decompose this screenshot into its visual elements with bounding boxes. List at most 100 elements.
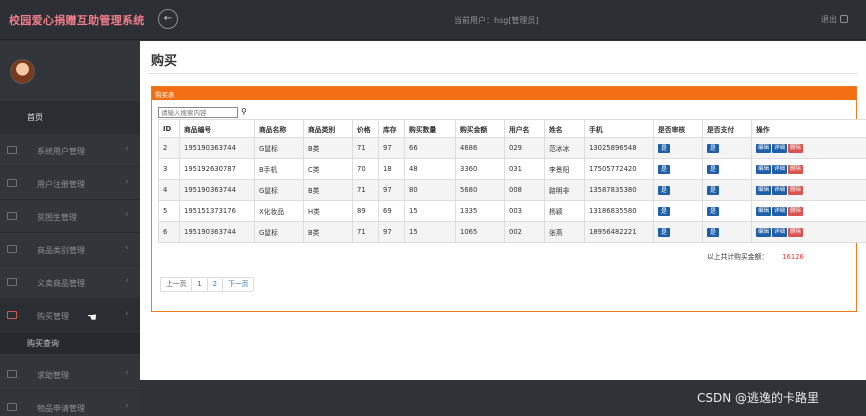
- column-header[interactable]: 商品类别: [303, 119, 353, 138]
- purchase-table: ID 商品编号 商品名称 商品类别 价格 库存 购买数量 购买金额 用户名 姓名…: [158, 119, 866, 243]
- sidebar-item-label: 首页: [27, 113, 43, 122]
- cell-actions: 编辑 详细 删除: [751, 137, 866, 159]
- paid-badge[interactable]: 是: [707, 227, 720, 237]
- audit-badge[interactable]: 是: [658, 143, 671, 153]
- cell-realname: 范冰冰: [544, 137, 585, 159]
- cell-stock: 97: [378, 221, 405, 243]
- cell-code: 195190363744: [179, 179, 255, 201]
- chart-icon: [7, 212, 17, 220]
- search-icon[interactable]: ⚲: [241, 107, 247, 117]
- table-row: 4 195190363744 G鼠标 B类 71 97 80 5680 008 …: [158, 179, 866, 201]
- column-header[interactable]: 姓名: [544, 119, 585, 138]
- cell-username: 031: [504, 158, 545, 180]
- audit-badge[interactable]: 是: [658, 164, 671, 174]
- paid-badge[interactable]: 是: [707, 206, 720, 216]
- column-header[interactable]: 是否支付: [702, 119, 752, 138]
- sidebar-item-label: 求助管理: [37, 371, 69, 380]
- edit-button[interactable]: 编辑: [756, 186, 772, 195]
- sidebar-item-categories[interactable]: 商品类别管理 ‹: [0, 232, 140, 265]
- cell-name: G鼠标: [254, 221, 304, 243]
- detail-button[interactable]: 详细: [772, 186, 788, 195]
- cell-amount: 5680: [455, 179, 505, 201]
- cell-amount: 3360: [455, 158, 505, 180]
- cell-paid: 是: [702, 200, 752, 222]
- back-arrow-icon[interactable]: ←: [158, 9, 178, 29]
- sidebar-subitem-purchase-query[interactable]: 购买查询: [0, 332, 140, 354]
- prev-page-button[interactable]: 上一页: [161, 278, 193, 291]
- column-header[interactable]: 手机: [584, 119, 654, 138]
- delete-button[interactable]: 删除: [788, 186, 804, 195]
- grid-icon: [7, 146, 17, 154]
- delete-button[interactable]: 删除: [788, 144, 804, 153]
- sidebar-item-system-users[interactable]: 系统用户管理 ‹: [0, 133, 140, 166]
- cell-username: 003: [504, 200, 545, 222]
- sidebar-item-help-requests[interactable]: 求助管理 ‹: [0, 357, 140, 390]
- cell-actions: 编辑 详细 删除: [751, 158, 866, 180]
- column-header[interactable]: 购买金额: [455, 119, 505, 138]
- next-page-button[interactable]: 下一页: [223, 278, 253, 291]
- logout-button[interactable]: 退出: [821, 14, 848, 25]
- column-header[interactable]: 用户名: [504, 119, 545, 138]
- delete-button[interactable]: 删除: [788, 165, 804, 174]
- table-row: 5 195151373176 X化妆品 H类 89 69 15 1335 003…: [158, 200, 866, 222]
- pagination: 上一页 1 2 下一页: [160, 277, 255, 292]
- sidebar-item-label: 义卖商品管理: [37, 279, 85, 288]
- column-header[interactable]: 购买数量: [404, 119, 456, 138]
- cell-name: X化妆品: [254, 200, 304, 222]
- cell-phone: 18956482221: [584, 221, 654, 243]
- cell-code: 195192630787: [179, 158, 255, 180]
- detail-button[interactable]: 详细: [772, 228, 788, 237]
- cell-amount: 1065: [455, 221, 505, 243]
- cell-category: H类: [303, 200, 353, 222]
- edit-button[interactable]: 编辑: [756, 144, 772, 153]
- edit-button[interactable]: 编辑: [756, 207, 772, 216]
- chevron-left-icon: ‹: [125, 243, 129, 253]
- column-header[interactable]: 商品名称: [254, 119, 304, 138]
- delete-button[interactable]: 删除: [788, 228, 804, 237]
- page-button-2[interactable]: 2: [208, 278, 224, 291]
- chevron-left-icon: ‹: [125, 210, 129, 220]
- cell-stock: 97: [378, 179, 405, 201]
- sidebar-item-item-applications[interactable]: 物品申请管理 ‹: [0, 390, 140, 416]
- column-header[interactable]: 商品编号: [179, 119, 255, 138]
- paid-badge[interactable]: 是: [707, 143, 720, 153]
- sidebar-item-registration[interactable]: 用户注册管理 ‹: [0, 166, 140, 199]
- cell-audit: 是: [653, 137, 703, 159]
- logout-label: 退出: [821, 15, 837, 24]
- cell-paid: 是: [702, 137, 752, 159]
- panel-header: 购买表: [152, 87, 856, 100]
- column-header[interactable]: 是否审核: [653, 119, 703, 138]
- cell-audit: 是: [653, 179, 703, 201]
- audit-badge[interactable]: 是: [658, 185, 671, 195]
- audit-badge[interactable]: 是: [658, 227, 671, 237]
- audit-badge[interactable]: 是: [658, 206, 671, 216]
- search-input[interactable]: [158, 107, 238, 118]
- app-title: 校园爱心捐赠互助管理系统: [9, 14, 145, 27]
- total-label: 以上共计购买金额：: [707, 253, 769, 261]
- paid-badge[interactable]: 是: [707, 185, 720, 195]
- cell-username: 029: [504, 137, 545, 159]
- page-button-1[interactable]: 1: [192, 278, 208, 291]
- column-header[interactable]: 库存: [378, 119, 405, 138]
- sidebar-item-home[interactable]: 首页: [0, 101, 140, 133]
- cell-audit: 是: [653, 158, 703, 180]
- paid-badge[interactable]: 是: [707, 164, 720, 174]
- edit-button[interactable]: 编辑: [756, 228, 772, 237]
- cell-paid: 是: [702, 158, 752, 180]
- edit-button[interactable]: 编辑: [756, 165, 772, 174]
- delete-button[interactable]: 删除: [788, 207, 804, 216]
- column-header[interactable]: ID: [158, 119, 180, 138]
- cell-username: 002: [504, 221, 545, 243]
- detail-button[interactable]: 详细: [772, 165, 788, 174]
- column-header: 操作: [751, 119, 866, 138]
- column-header[interactable]: 价格: [352, 119, 379, 138]
- sidebar-item-charity-goods[interactable]: 义卖商品管理 ‹: [0, 265, 140, 298]
- sidebar-item-poor-students[interactable]: 贫困生管理 ‹: [0, 199, 140, 232]
- avatar[interactable]: [10, 59, 35, 84]
- divider: [148, 73, 858, 74]
- cell-realname: 李景阳: [544, 158, 585, 180]
- sidebar-item-purchases[interactable]: 购买管理 ‹: [0, 298, 140, 331]
- detail-button[interactable]: 详细: [772, 207, 788, 216]
- page-title: 购买: [151, 54, 178, 69]
- detail-button[interactable]: 详细: [772, 144, 788, 153]
